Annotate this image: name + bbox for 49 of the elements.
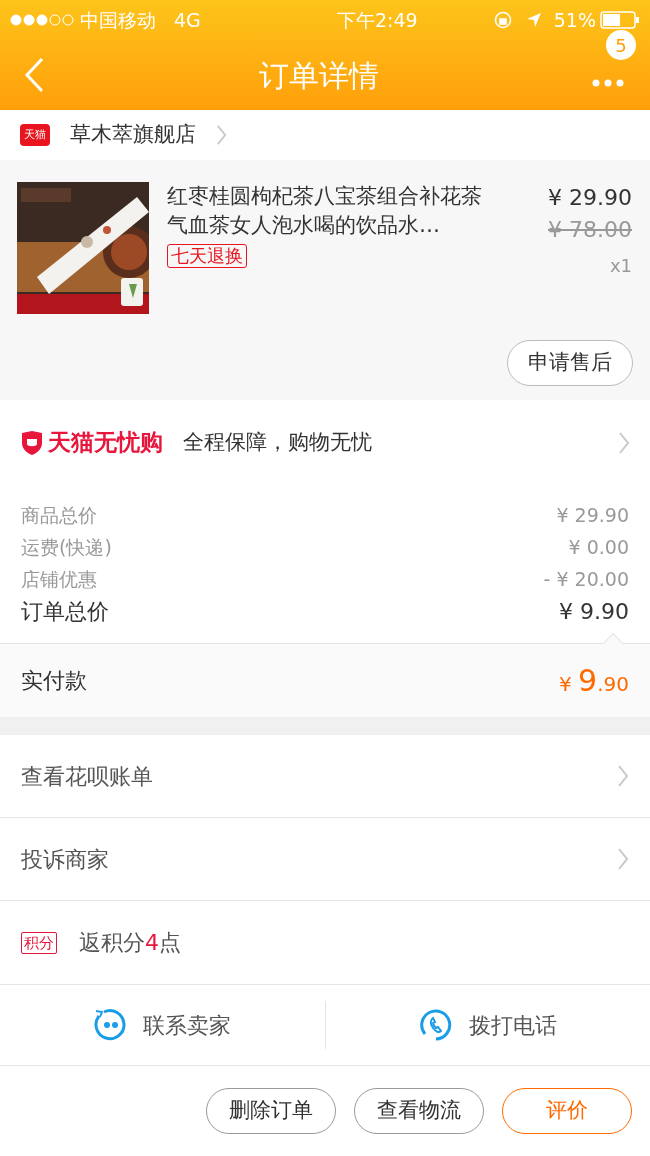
- summary-label: 商品总价: [21, 503, 97, 528]
- page-title: 订单详情: [259, 56, 379, 95]
- menu-label: 投诉商家: [21, 845, 109, 874]
- points-badge: 积分: [21, 931, 57, 954]
- order-action-button[interactable]: 删除订单: [206, 1088, 336, 1134]
- guarantee-text: 全程保障，购物无忧: [183, 428, 373, 456]
- clock-time: 下午2:49: [336, 7, 418, 33]
- summary-value: ¥ 0.00: [568, 535, 629, 560]
- summary-label: 店铺优惠: [21, 567, 97, 592]
- order-action-button[interactable]: 查看物流: [354, 1088, 484, 1134]
- menu-label: 查看花呗账单: [21, 762, 153, 791]
- guarantee-brand: 天猫无忧购: [48, 428, 163, 458]
- product-price: ¥ 29.90: [548, 184, 632, 212]
- after-sales-button[interactable]: 申请售后: [507, 340, 633, 386]
- rotation-lock-icon: [493, 11, 512, 29]
- chevron-right-icon: [618, 430, 630, 455]
- phone-icon: [418, 1008, 453, 1042]
- contact-seller-button[interactable]: 联系卖家: [0, 985, 325, 1065]
- notification-badge: 5: [606, 30, 636, 60]
- menu-row[interactable]: 投诉商家: [0, 818, 650, 901]
- carrier-name: 中国移动: [80, 7, 156, 33]
- product-title[interactable]: 红枣桂圆枸杞茶八宝茶组合补花茶气血茶女人泡水喝的饮品水…: [167, 182, 483, 240]
- shield-icon: [20, 429, 44, 456]
- store-badge: 天猫: [20, 124, 50, 146]
- signal-icon: [10, 14, 74, 26]
- call-button[interactable]: 拨打电话: [325, 985, 650, 1065]
- paid-label: 实付款: [21, 667, 87, 695]
- more-icon: [592, 79, 624, 87]
- summary-label: 订单总价: [21, 598, 109, 626]
- product-quantity: x1: [609, 254, 632, 278]
- battery-percent: 51%: [553, 7, 596, 33]
- summary-value: ¥ 29.90: [556, 503, 629, 528]
- return-policy-tag: 七天退换: [167, 244, 247, 268]
- store-name[interactable]: 草木萃旗舰店: [70, 119, 196, 151]
- points-text: 返积分4点: [79, 929, 181, 957]
- summary-value: - ¥ 20.00: [543, 567, 629, 592]
- chevron-right-icon: [617, 764, 629, 788]
- original-price: ¥ 78.00: [548, 216, 632, 244]
- network-type: 4G: [174, 7, 201, 33]
- chevron-right-icon: [216, 124, 227, 146]
- chat-face-icon: [93, 1008, 128, 1042]
- paid-amount: ¥ 9.90: [559, 662, 629, 700]
- summary-label: 运费(快递): [21, 535, 112, 560]
- battery-icon: [600, 11, 640, 29]
- summary-value: ¥ 9.90: [559, 598, 629, 626]
- guarantee-row[interactable]: 天猫无忧购 全程保障，购物无忧: [0, 400, 650, 485]
- menu-row[interactable]: 查看花呗账单: [0, 735, 650, 818]
- location-arrow-icon: [525, 12, 542, 28]
- chevron-right-icon: [617, 847, 629, 871]
